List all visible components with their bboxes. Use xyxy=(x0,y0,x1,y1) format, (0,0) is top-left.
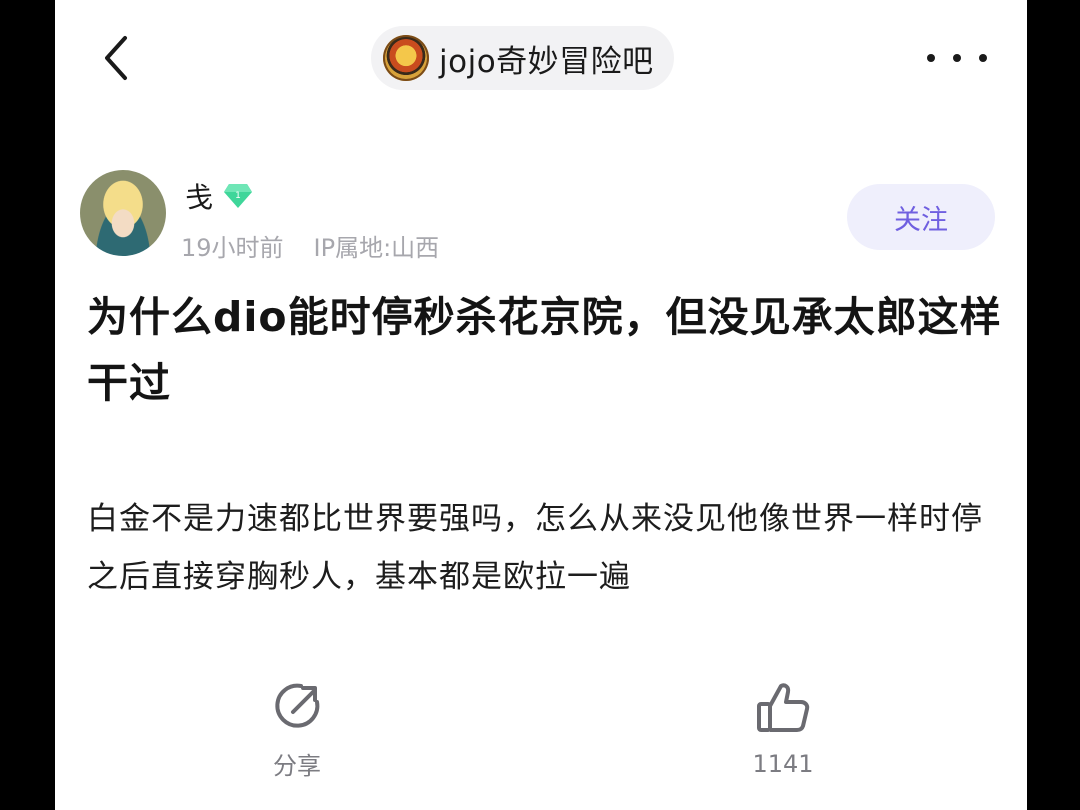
more-dots-icon[interactable] xyxy=(927,38,987,78)
diamond-level-icon: 1 xyxy=(224,184,253,208)
forum-avatar xyxy=(383,35,429,81)
level-number: 1 xyxy=(235,191,241,201)
forum-name: jojo奇妙冒险吧 xyxy=(439,43,654,80)
author-avatar[interactable] xyxy=(80,170,166,256)
post-time: 19小时前 xyxy=(181,234,284,262)
back-button[interactable] xyxy=(91,30,141,86)
post-body: 白金不是力速都比世界要强吗，怎么从来没见他像世界一样时停之后直接穿胸秒人，基本都… xyxy=(87,501,983,595)
ip-location: IP属地:山西 xyxy=(313,234,440,262)
chevron-left-icon xyxy=(105,36,127,80)
like-count: 1141 xyxy=(752,750,814,778)
follow-button[interactable]: 关注 xyxy=(847,184,995,250)
post-screen: jojo奇妙冒险吧 戋 1 19小时前 IP属地:山西 关注 为什么dio能时停… xyxy=(55,0,1027,810)
post-title: 为什么dio能时停秒杀花京院，但没见承太郎这样干过 xyxy=(87,293,1002,407)
author-name[interactable]: 戋 xyxy=(185,176,213,216)
like-button[interactable]: 1141 xyxy=(723,680,843,778)
post-meta: 19小时前 IP属地:山西 xyxy=(181,228,439,263)
dot xyxy=(979,54,987,62)
share-icon xyxy=(275,683,320,728)
dot xyxy=(927,54,935,62)
forum-link[interactable]: jojo奇妙冒险吧 xyxy=(371,26,674,90)
share-label: 分享 xyxy=(273,752,321,780)
author-name-row: 戋 1 xyxy=(185,176,253,216)
dot xyxy=(953,54,961,62)
thumbs-up-icon xyxy=(757,683,810,732)
share-button[interactable]: 分享 xyxy=(237,680,357,781)
